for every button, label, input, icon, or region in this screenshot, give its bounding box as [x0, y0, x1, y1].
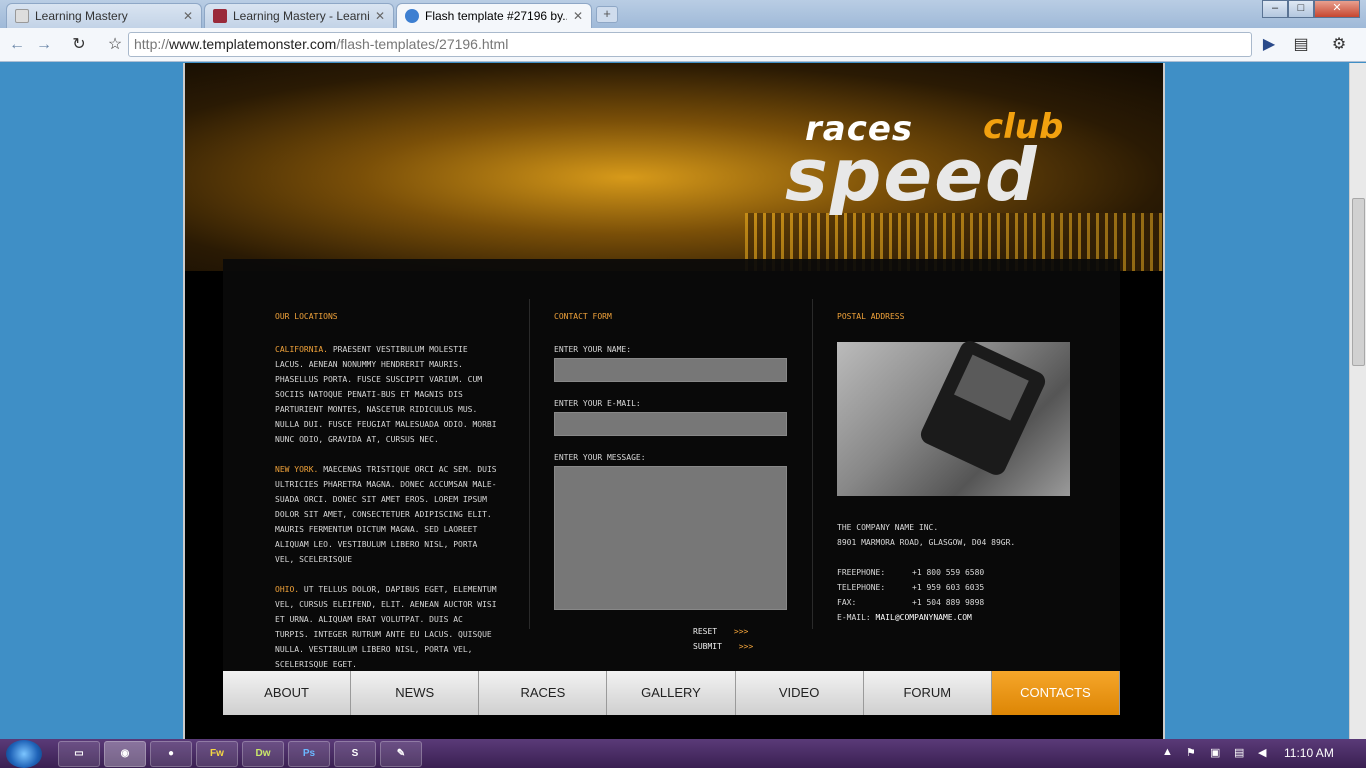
close-window-button[interactable]: ✕ — [1314, 0, 1360, 18]
locations-column: OUR LOCATIONS CALIFORNIA. PRAESENT VESTI… — [275, 309, 500, 687]
email-label: ENTER YOUR E-MAIL: — [554, 399, 641, 408]
phone-photo — [837, 337, 1070, 496]
forward-icon[interactable]: → — [33, 34, 55, 56]
email-input[interactable] — [554, 412, 787, 436]
locations-heading: OUR LOCATIONS — [275, 312, 338, 321]
divider — [529, 299, 530, 629]
email-link[interactable]: MAIL@COMPANYNAME.COM — [876, 613, 972, 622]
explorer-icon[interactable]: ▭ — [58, 741, 100, 767]
reset-button[interactable]: RESET >>> — [693, 627, 760, 636]
contact-form: CONTACT FORM ENTER YOUR NAME: ENTER YOUR… — [554, 309, 794, 654]
close-icon[interactable]: ✕ — [573, 9, 583, 23]
paint-icon[interactable]: ✎ — [380, 741, 422, 767]
scrollbar-thumb[interactable] — [1352, 198, 1365, 366]
bookmark-star-icon[interactable]: ☆ — [104, 34, 126, 56]
chrome-icon[interactable]: ◉ — [104, 741, 146, 767]
phone-image — [917, 337, 1049, 479]
clock[interactable]: 11:10 AM — [1284, 746, 1334, 760]
site-icon — [405, 9, 419, 23]
close-icon[interactable]: ✕ — [375, 9, 385, 23]
tab-strip: Learning Mastery ✕ Learning Mastery - Le… — [0, 0, 1366, 28]
menu-races[interactable]: RACES — [479, 671, 608, 715]
page-menu-icon[interactable]: ▤ — [1290, 34, 1312, 56]
menu-about[interactable]: ABOUT — [223, 671, 352, 715]
company-address: 8901 MARMORA ROAD, GLASGOW, D04 89GR. — [837, 538, 1016, 547]
location-new-york: NEW YORK. MAECENAS TRISTIQUE ORCI AC SEM… — [275, 465, 497, 564]
device-icon[interactable]: ▣ — [1210, 746, 1220, 759]
dreamweaver-icon[interactable]: Dw — [242, 741, 284, 767]
company-name: THE COMPANY NAME INC. — [837, 523, 939, 532]
fireworks-icon[interactable]: Fw — [196, 741, 238, 767]
name-input[interactable] — [554, 358, 787, 382]
photoshop-icon[interactable]: Ps — [288, 741, 330, 767]
menu-contacts[interactable]: CONTACTS — [991, 671, 1120, 715]
freephone-row: FREEPHONE: +1 800 559 6580 — [837, 568, 985, 577]
submit-button[interactable]: SUBMIT >>> — [693, 642, 765, 651]
name-label: ENTER YOUR NAME: — [554, 345, 632, 354]
telephone-row: TELEPHONE: +1 959 603 6035 — [837, 583, 985, 592]
address-bar[interactable]: http://www.templatemonster.com/flash-tem… — [128, 32, 1252, 57]
maximize-button[interactable]: □ — [1288, 0, 1314, 18]
back-icon[interactable]: ← — [6, 34, 28, 56]
location-ohio: OHIO. UT TELLUS DOLOR, DAPIBUS EGET, ELE… — [275, 585, 497, 669]
minimize-button[interactable]: – — [1262, 0, 1288, 18]
network-icon[interactable]: ▤ — [1234, 746, 1244, 759]
show-hidden-icons-icon[interactable]: ▲ — [1162, 746, 1173, 758]
message-textarea[interactable] — [554, 466, 787, 610]
wrench-icon[interactable]: ⚙ — [1328, 34, 1350, 56]
logo-speed: speed — [785, 133, 1039, 217]
location-california: CALIFORNIA. PRAESENT VESTIBULUM MOLESTIE… — [275, 345, 497, 444]
content-panel: OUR LOCATIONS CALIFORNIA. PRAESENT VESTI… — [223, 259, 1120, 679]
tab-flash-template[interactable]: Flash template #27196 by... ✕ — [396, 3, 592, 28]
close-icon[interactable]: ✕ — [183, 9, 193, 23]
new-tab-button[interactable]: + — [596, 6, 618, 23]
browser-toolbar: ← → ↻ ☆ http://www.templatemonster.com/f… — [0, 28, 1366, 62]
hero-banner: races club speed — [185, 63, 1163, 271]
tab-learning-mastery-2[interactable]: Learning Mastery - Learni... ✕ — [204, 3, 394, 28]
site-icon — [213, 9, 227, 23]
tab-learning-mastery[interactable]: Learning Mastery ✕ — [6, 3, 202, 28]
fax-row: FAX: +1 504 889 9898 — [837, 598, 985, 607]
divider — [812, 299, 813, 629]
reload-icon[interactable]: ↻ — [68, 34, 90, 56]
page-scrollbar[interactable] — [1349, 63, 1366, 739]
message-label: ENTER YOUR MESSAGE: — [554, 453, 646, 462]
template-page: races club speed OUR LOCATIONS CALIFORNI… — [183, 63, 1165, 739]
postal-column: POSTAL ADDRESS THE COMPANY NAME INC. 890… — [837, 309, 1087, 625]
email-row: E-MAIL: MAIL@COMPANYNAME.COM — [837, 613, 972, 622]
menu-video[interactable]: VIDEO — [735, 671, 864, 715]
flag-icon[interactable]: ⚑ — [1186, 746, 1196, 759]
menu-gallery[interactable]: GALLERY — [607, 671, 736, 715]
form-buttons: RESET >>> SUBMIT >>> — [554, 624, 794, 654]
firefox-icon[interactable]: ● — [150, 741, 192, 767]
start-button[interactable] — [6, 740, 42, 768]
postal-heading: POSTAL ADDRESS — [837, 312, 905, 321]
contact-form-heading: CONTACT FORM — [554, 312, 612, 321]
play-icon[interactable]: ▶ — [1258, 34, 1280, 56]
volume-icon[interactable]: ◀ — [1258, 746, 1266, 759]
menu-forum[interactable]: FORUM — [863, 671, 992, 715]
skype-icon[interactable]: S — [334, 741, 376, 767]
page-icon — [15, 9, 29, 23]
main-menu: ABOUT NEWS RACES GALLERY VIDEO FORUM CON… — [223, 671, 1120, 715]
menu-news[interactable]: NEWS — [351, 671, 480, 715]
